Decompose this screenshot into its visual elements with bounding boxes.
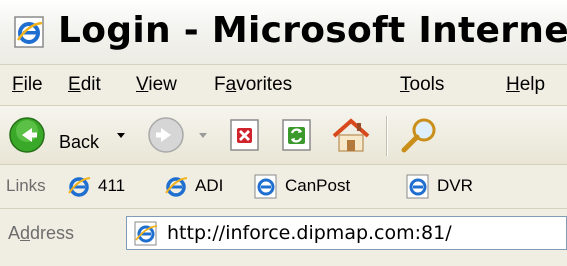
address-url: http://inforce.dipmap.com:81/: [167, 222, 452, 244]
search-icon: [401, 118, 436, 153]
home-icon: [332, 118, 370, 152]
stop-button[interactable]: [228, 116, 262, 154]
stop-icon: [230, 119, 259, 151]
menu-help[interactable]: Help: [506, 74, 545, 96]
refresh-button[interactable]: [280, 116, 314, 154]
link-adi[interactable]: ADI: [163, 173, 243, 199]
ie-page-icon: [165, 177, 188, 197]
address-input[interactable]: http://inforce.dipmap.com:81/: [126, 216, 567, 250]
back-icon: [9, 117, 45, 153]
menu-view[interactable]: View: [136, 74, 177, 96]
link-dvr[interactable]: DVR: [405, 173, 505, 199]
standard-toolbar: Back: [0, 106, 567, 165]
menu-favorites[interactable]: Favorites: [214, 74, 292, 96]
link-canpost[interactable]: CanPost: [253, 173, 393, 199]
back-label: Back: [59, 132, 100, 152]
forward-dropdown-icon[interactable]: [199, 133, 207, 138]
ie-page-icon: [68, 177, 91, 197]
links-label: Links: [6, 176, 46, 195]
window-title: Login - Microsoft Internet Ex: [58, 10, 567, 51]
address-label: Address: [8, 223, 75, 243]
menu-edit[interactable]: Edit: [68, 74, 101, 96]
forward-button[interactable]: [147, 116, 213, 154]
menu-tools[interactable]: Tools: [400, 74, 444, 96]
toolbar-separator: [386, 116, 388, 156]
ie-page-icon: [406, 174, 429, 199]
ie-page-icon: [254, 174, 277, 199]
menu-bar: File Edit View Favorites Tools Help: [0, 65, 567, 106]
link-label: 411: [98, 176, 126, 195]
link-label: ADI: [195, 176, 224, 195]
browser-window: Login - Microsoft Internet Ex File Edit …: [0, 0, 567, 266]
search-button[interactable]: [400, 116, 440, 154]
back-button[interactable]: Back: [8, 116, 128, 154]
link-label: DVR: [437, 176, 473, 195]
refresh-icon: [282, 119, 311, 151]
internet-explorer-icon: [14, 16, 44, 48]
menu-file[interactable]: File: [12, 74, 43, 96]
links-bar: Links 411 ADI CanPost DVR: [0, 165, 567, 209]
title-bar: Login - Microsoft Internet Ex: [0, 0, 567, 65]
home-button[interactable]: [330, 116, 372, 154]
link-label: CanPost: [285, 176, 351, 195]
address-bar: Address http://inforce.dipmap.com:81/: [0, 209, 567, 266]
forward-icon: [148, 117, 184, 153]
ie-page-icon: [134, 221, 158, 246]
back-dropdown-icon[interactable]: [117, 133, 125, 138]
link-411[interactable]: 411: [66, 173, 152, 199]
